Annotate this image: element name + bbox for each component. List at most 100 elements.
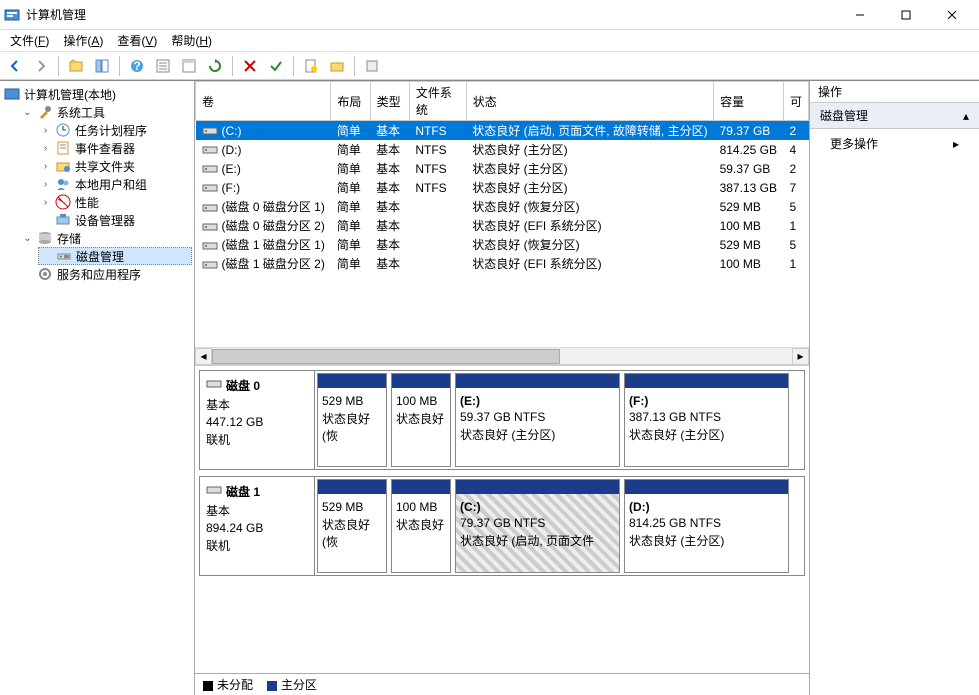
up-button[interactable] — [65, 55, 87, 77]
check-button[interactable] — [265, 55, 287, 77]
tree-group-1[interactable]: ⌄存储 — [20, 229, 192, 247]
tree-item-label: 共享文件夹 — [75, 158, 135, 175]
expand-toggle[interactable]: ⌄ — [22, 107, 33, 118]
partition-title: (C:) — [460, 500, 615, 514]
scroll-left-button[interactable]: ◂ — [195, 348, 212, 365]
volume-list[interactable]: 卷布局类型文件系统状态容量可 (C:)简单基本NTFS状态良好 (启动, 页面文… — [195, 81, 809, 273]
list-view-button[interactable] — [178, 55, 200, 77]
actions-group-label: 磁盘管理 — [820, 107, 868, 124]
new-button[interactable] — [300, 55, 322, 77]
tree-item-1-0[interactable]: 磁盘管理 — [38, 247, 192, 265]
volume-row-2[interactable]: (E:)简单基本NTFS状态良好 (主分区)59.37 GB2 — [196, 159, 809, 178]
menu-h[interactable]: 帮助(H) — [165, 30, 218, 51]
tree-root[interactable]: 计算机管理(本地) — [2, 85, 192, 103]
volume-icon — [202, 125, 218, 137]
partition-status: 状态良好 (主分区) — [629, 426, 784, 443]
refresh-button[interactable] — [204, 55, 226, 77]
expand-toggle[interactable]: › — [40, 143, 51, 154]
menu-bar: 文件(F)操作(A)查看(V)帮助(H) — [0, 30, 979, 52]
column-header-5[interactable]: 容量 — [714, 82, 784, 121]
partition-0-1[interactable]: 100 MB状态良好 — [391, 373, 451, 467]
actions-pane: 操作 磁盘管理 ▴ 更多操作 ▸ — [809, 81, 979, 695]
disk-size: 894.24 GB — [206, 521, 308, 535]
open-button[interactable] — [326, 55, 348, 77]
partition-info: 529 MB — [322, 394, 382, 408]
disk-header-1[interactable]: 磁盘 1基本894.24 GB联机 — [200, 477, 315, 575]
partition-0-2[interactable]: (E:)59.37 GB NTFS状态良好 (主分区) — [455, 373, 620, 467]
expand-toggle[interactable]: › — [40, 125, 51, 136]
properties-button[interactable] — [152, 55, 174, 77]
column-header-6[interactable]: 可 — [783, 82, 808, 121]
minimize-button[interactable] — [837, 0, 883, 30]
users-icon — [55, 176, 71, 192]
column-header-0[interactable]: 卷 — [196, 82, 331, 121]
tree-item-0-4[interactable]: ›性能 — [38, 193, 192, 211]
partition-status: 状态良好 (恢 — [322, 516, 382, 550]
partition-1-2[interactable]: (C:)79.37 GB NTFS状态良好 (启动, 页面文件 — [455, 479, 620, 573]
collapse-icon: ▴ — [963, 109, 969, 123]
partition-info: 59.37 GB NTFS — [460, 410, 615, 424]
tree-item-0-5[interactable]: 设备管理器 — [38, 211, 192, 229]
volume-icon — [202, 144, 218, 156]
tree-item-0-3[interactable]: ›本地用户和组 — [38, 175, 192, 193]
expand-toggle[interactable]: › — [40, 179, 51, 190]
disk-status: 联机 — [206, 431, 308, 448]
volume-row-7[interactable]: (磁盘 1 磁盘分区 2)简单基本状态良好 (EFI 系统分区)100 MB1 — [196, 254, 809, 273]
volume-row-3[interactable]: (F:)简单基本NTFS状态良好 (主分区)387.13 GB7 — [196, 178, 809, 197]
horizontal-scrollbar[interactable]: ◂ ▸ — [195, 347, 809, 364]
maximize-button[interactable] — [883, 0, 929, 30]
actions-group[interactable]: 磁盘管理 ▴ — [810, 103, 979, 129]
column-header-3[interactable]: 文件系统 — [409, 82, 466, 121]
svg-text:?: ? — [133, 59, 140, 73]
scroll-right-button[interactable]: ▸ — [792, 348, 809, 365]
partition-info: 387.13 GB NTFS — [629, 410, 784, 424]
diskmgmt-icon — [56, 248, 72, 264]
share-icon — [55, 158, 71, 174]
volume-row-1[interactable]: (D:)简单基本NTFS状态良好 (主分区)814.25 GB4 — [196, 140, 809, 159]
computer-icon — [4, 86, 20, 102]
disk-header-0[interactable]: 磁盘 0基本447.12 GB联机 — [200, 371, 315, 469]
partition-1-1[interactable]: 100 MB状态良好 — [391, 479, 451, 573]
partition-title: (F:) — [629, 394, 784, 408]
column-header-2[interactable]: 类型 — [370, 82, 409, 121]
legend: 未分配 主分区 — [195, 673, 809, 695]
expand-toggle[interactable]: › — [40, 161, 51, 172]
partition-1-0[interactable]: 529 MB 状态良好 (恢 — [317, 479, 387, 573]
column-header-1[interactable]: 布局 — [331, 82, 370, 121]
forward-button[interactable] — [30, 55, 52, 77]
expand-toggle[interactable]: ⌄ — [22, 233, 33, 244]
expand-toggle[interactable]: › — [40, 197, 51, 208]
action-button[interactable] — [361, 55, 383, 77]
partition-0-0[interactable]: 529 MB状态良好 (恢 — [317, 373, 387, 467]
disk-status: 联机 — [206, 537, 308, 554]
disk-row-1[interactable]: 磁盘 1基本894.24 GB联机529 MB状态良好 (恢100 MB状态良好… — [199, 476, 805, 576]
volume-row-0[interactable]: (C:)简单基本NTFS状态良好 (启动, 页面文件, 故障转储, 主分区)79… — [196, 121, 809, 141]
tree-item-label: 设备管理器 — [75, 212, 135, 229]
menu-v[interactable]: 查看(V) — [111, 30, 163, 51]
volume-row-6[interactable]: (磁盘 1 磁盘分区 1)简单基本状态良好 (恢复分区)529 MB5 — [196, 235, 809, 254]
disk-row-0[interactable]: 磁盘 0基本447.12 GB联机529 MB状态良好 (恢100 MB状态良好… — [199, 370, 805, 470]
volume-row-4[interactable]: (磁盘 0 磁盘分区 1)简单基本状态良好 (恢复分区)529 MB5 — [196, 197, 809, 216]
tree-group-0[interactable]: ⌄ 系统工具 — [20, 103, 192, 121]
disk-name: 磁盘 0 — [226, 377, 260, 394]
tree-group-label: 系统工具 — [57, 104, 105, 121]
delete-button[interactable] — [239, 55, 261, 77]
partition-1-3[interactable]: (D:)814.25 GB NTFS状态良好 (主分区) — [624, 479, 789, 573]
more-actions-item[interactable]: 更多操作 ▸ — [810, 129, 979, 158]
partition-0-3[interactable]: (F:) 387.13 GB NTFS 状态良好 (主分区) — [624, 373, 789, 467]
disk-graphical-view[interactable]: 磁盘 0基本447.12 GB联机 529 MB 状态良好 (恢 100 MB状态良好… — [195, 366, 809, 673]
navigation-tree[interactable]: 计算机管理(本地)⌄系统工具›任务计划程序›事件查看器›共享文件夹›本地用户和组… — [0, 81, 195, 695]
help-button[interactable]: ? — [126, 55, 148, 77]
menu-f[interactable]: 文件(F) — [4, 30, 55, 51]
tree-item-0-2[interactable]: › 共享文件夹 — [38, 157, 192, 175]
menu-a[interactable]: 操作(A) — [57, 30, 109, 51]
volume-row-5[interactable]: (磁盘 0 磁盘分区 2)简单基本状态良好 (EFI 系统分区)100 MB1 — [196, 216, 809, 235]
partition-info: 529 MB — [322, 500, 382, 514]
back-button[interactable] — [4, 55, 26, 77]
tree-item-0-1[interactable]: ›事件查看器 — [38, 139, 192, 157]
close-button[interactable] — [929, 0, 975, 30]
show-hide-tree-button[interactable] — [91, 55, 113, 77]
tree-group-2[interactable]: 服务和应用程序 — [20, 265, 192, 283]
tree-item-0-0[interactable]: ›任务计划程序 — [38, 121, 192, 139]
column-header-4[interactable]: 状态 — [466, 82, 713, 121]
